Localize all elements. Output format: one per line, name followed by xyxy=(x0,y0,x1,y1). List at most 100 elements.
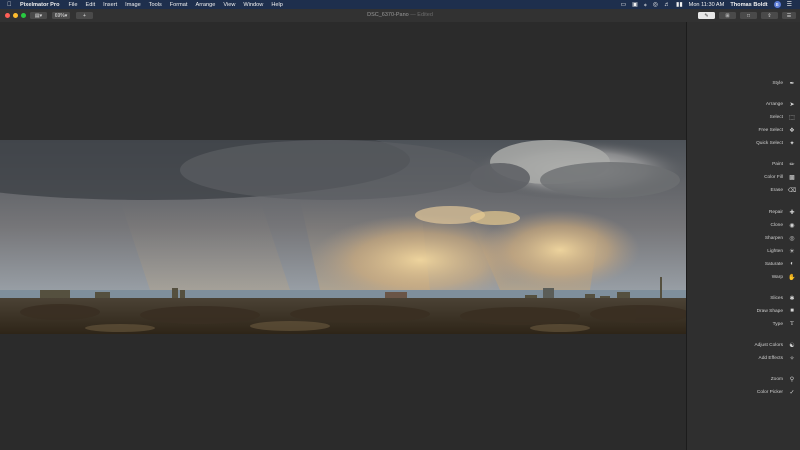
tool-clone[interactable]: Clone ◉ xyxy=(770,221,796,229)
sharpen-icon: ◎ xyxy=(789,235,795,242)
tool-repair-label: Repair xyxy=(768,209,783,215)
tools-toggle-button[interactable]: ✎ xyxy=(698,12,715,19)
tool-repair[interactable]: Repair ✚ xyxy=(769,208,796,216)
panorama-picture xyxy=(0,140,686,334)
export-button[interactable]: □ xyxy=(740,12,757,19)
menu-view[interactable]: View xyxy=(223,2,235,8)
tool-quick-select[interactable]: Quick Select ✦ xyxy=(756,139,796,147)
tool-slices-label: Slices xyxy=(770,295,783,301)
tool-paint[interactable]: Paint ✏ xyxy=(772,160,796,168)
menu-help[interactable]: Help xyxy=(271,2,283,8)
style-icon: ✒ xyxy=(789,80,795,87)
sidebar-toggle-button[interactable]: ☰ xyxy=(782,12,796,19)
tool-add-effects-label: Add Effects xyxy=(758,355,783,361)
arrange-icon: ➤ xyxy=(789,101,795,108)
wifi-icon[interactable]: ◎ xyxy=(653,1,658,8)
tool-sharpen-label: Sharpen xyxy=(764,235,783,241)
tool-arrange-label: Arrange xyxy=(765,101,783,107)
tool-draw-shape-label: Draw Shape xyxy=(756,308,783,314)
tool-zoom[interactable]: Zoom ⚲ xyxy=(771,375,796,383)
select-icon: ⬚ xyxy=(789,114,795,121)
tool-color-fill-label: Color Fill xyxy=(764,174,783,180)
cast-icon[interactable]: ▣ xyxy=(632,1,638,8)
tool-select-label: Select xyxy=(769,114,783,120)
saturate-icon: ◐ xyxy=(790,261,794,267)
zoom-icon: ⚲ xyxy=(789,376,795,383)
bluetooth-icon[interactable]: ⁎ xyxy=(644,1,647,8)
menu-insert[interactable]: Insert xyxy=(103,2,117,8)
tool-free-select[interactable]: Free Select ❖ xyxy=(758,126,796,134)
document-icon: □ xyxy=(746,12,751,19)
color-fill-icon: ▩ xyxy=(789,174,795,181)
tool-erase[interactable]: Erase ⌫ xyxy=(770,186,796,194)
brush-icon: ✎ xyxy=(704,12,709,19)
menu-file[interactable]: File xyxy=(68,2,77,8)
avatar[interactable]: B xyxy=(773,1,781,8)
tool-sharpen[interactable]: Sharpen ◎ xyxy=(765,234,796,242)
volume-icon[interactable]: ♬ xyxy=(664,2,670,8)
tool-adjust-colors-label: Adjust Colors xyxy=(754,342,783,348)
tool-color-picker[interactable]: Color Picker ✓ xyxy=(757,388,796,396)
slices-icon: ✱ xyxy=(789,295,795,302)
tool-lighten-label: Lighten xyxy=(767,248,783,254)
tool-paint-label: Paint xyxy=(772,161,783,167)
menu-app[interactable]: Pixelmator Pro xyxy=(20,2,59,8)
tool-draw-shape[interactable]: Draw Shape ■ xyxy=(757,307,796,315)
menu-arrange[interactable]: Arrange xyxy=(195,2,215,8)
menu-image[interactable]: Image xyxy=(125,2,141,8)
canvas[interactable] xyxy=(0,22,686,450)
share-icon: ⇧ xyxy=(767,12,772,19)
user-name[interactable]: Thomas Boldt xyxy=(730,2,767,8)
screen-share-icon[interactable]: ▭ xyxy=(620,1,626,8)
add-effects-icon: ✧ xyxy=(789,355,795,362)
apple-menu-icon[interactable]:  xyxy=(7,2,17,8)
warp-icon: ✋ xyxy=(788,274,796,281)
lighten-icon: ☀ xyxy=(789,248,795,255)
tool-clone-label: Clone xyxy=(770,222,783,228)
clock[interactable]: Mon 11:30 AM xyxy=(689,2,725,8)
tool-slices[interactable]: Slices ✱ xyxy=(770,294,796,302)
crop-button[interactable]: ⊞ xyxy=(719,12,736,19)
notification-center-icon[interactable]: ☰ xyxy=(787,1,792,8)
tool-style[interactable]: Style ✒ xyxy=(772,79,796,87)
tools-sidebar: Style ✒ Arrange ➤ Select ⬚ Free Select ❖… xyxy=(686,22,800,450)
tool-type-label: Type xyxy=(772,321,783,327)
tool-warp-label: Warp xyxy=(771,274,783,280)
document-title: DSC_6370-Pano — Edited xyxy=(0,12,800,18)
tool-color-picker-label: Color Picker xyxy=(756,389,783,395)
repair-icon: ✚ xyxy=(789,209,795,216)
menu-tools[interactable]: Tools xyxy=(149,2,162,8)
free-select-icon: ❖ xyxy=(789,127,795,134)
panorama-image[interactable] xyxy=(0,140,686,334)
share-button[interactable]: ⇧ xyxy=(761,12,778,19)
tool-saturate-label: Saturate xyxy=(764,261,783,267)
tool-adjust-colors[interactable]: Adjust Colors ☯ xyxy=(754,341,796,349)
type-icon: T xyxy=(790,321,794,327)
tool-add-effects[interactable]: Add Effects ✧ xyxy=(759,354,796,362)
menu-window[interactable]: Window xyxy=(243,2,263,8)
menu-format[interactable]: Format xyxy=(170,2,188,8)
document-name: DSC_6370-Pano xyxy=(367,12,409,18)
paint-icon: ✏ xyxy=(789,161,795,168)
tool-warp[interactable]: Warp ✋ xyxy=(772,273,796,281)
menu-edit[interactable]: Edit xyxy=(86,2,96,8)
tool-saturate[interactable]: Saturate ◐ xyxy=(765,260,796,268)
tool-color-fill[interactable]: Color Fill ▩ xyxy=(764,173,796,181)
list-icon: ☰ xyxy=(786,12,792,19)
tool-quick-select-label: Quick Select xyxy=(756,140,783,146)
battery-icon[interactable]: ▮▮ xyxy=(676,1,683,8)
tool-erase-label: Erase xyxy=(770,187,783,193)
clone-icon: ◉ xyxy=(789,222,795,229)
tool-arrange[interactable]: Arrange ➤ xyxy=(766,100,796,108)
crop-icon: ⊞ xyxy=(725,12,730,19)
erase-icon: ⌫ xyxy=(787,187,797,194)
tool-style-label: Style xyxy=(772,80,783,86)
tool-lighten[interactable]: Lighten ☀ xyxy=(767,247,796,255)
tool-free-select-label: Free Select xyxy=(758,127,783,133)
tool-select[interactable]: Select ⬚ xyxy=(770,113,796,121)
tool-zoom-label: Zoom xyxy=(770,376,783,382)
menu-bar:  Pixelmator Pro File Edit Insert Image … xyxy=(0,0,800,9)
adjust-colors-icon: ☯ xyxy=(789,342,795,349)
tool-type[interactable]: Type T xyxy=(773,320,796,328)
draw-shape-icon: ■ xyxy=(790,308,794,314)
